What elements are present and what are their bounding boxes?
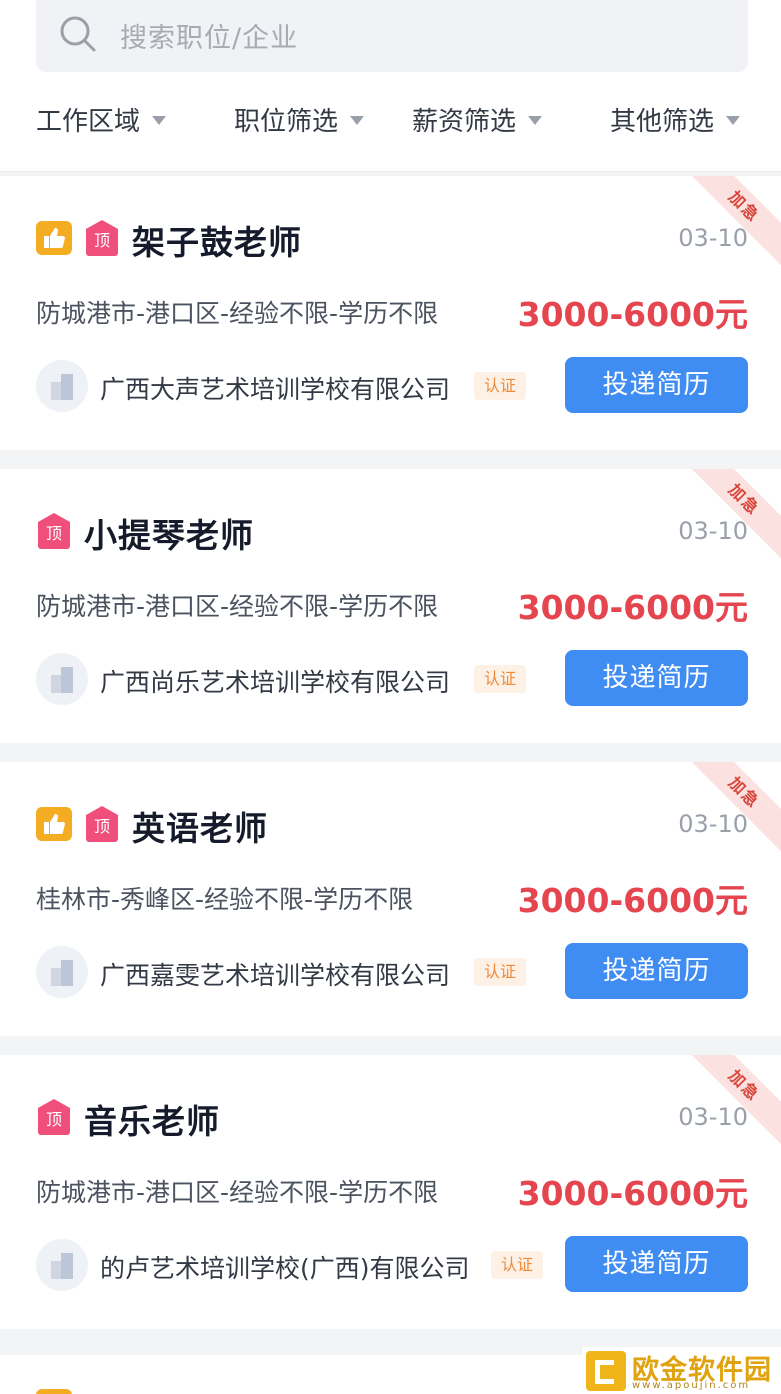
apply-button[interactable]: 投递简历	[565, 943, 748, 999]
verified-badge: 认证	[474, 665, 527, 693]
job-card[interactable]: 加急 顶 小提琴老师 03-10 防城港市-港口区-经验不限-学历不限 3000…	[0, 469, 781, 743]
top-badge: 顶	[86, 806, 118, 842]
job-location: 防城港市-港口区-经验不限-学历不限	[36, 1178, 439, 1207]
building-icon	[51, 1253, 73, 1279]
watermark-logo-icon	[586, 1350, 626, 1391]
job-card[interactable]: 加急 顶 音乐老师 03-10 防城港市-港口区-经验不限-学历不限 3000-…	[0, 1055, 781, 1329]
company-logo	[36, 360, 88, 412]
job-title[interactable]: 音乐老师	[84, 1095, 220, 1143]
job-salary: 3000-6000元	[517, 588, 748, 627]
top-badge: 顶	[38, 1099, 70, 1135]
job-title[interactable]: 架子鼓老师	[132, 216, 302, 264]
verified-badge: 认证	[491, 1251, 544, 1279]
job-location: 防城港市-港口区-经验不限-学历不限	[36, 592, 439, 621]
search-placeholder[interactable]: 搜索职位/企业	[120, 16, 298, 55]
verified-badge: 认证	[474, 958, 527, 986]
caret-down-icon	[350, 115, 365, 125]
job-location: 防城港市-港口区-经验不限-学历不限	[36, 299, 439, 328]
job-card[interactable]: 加急 顶 英语老师 03-10 桂林市-秀峰区-经验不限-学历不限 3000-6…	[0, 762, 781, 1036]
thumbs-up-icon	[36, 221, 72, 255]
building-icon	[51, 374, 73, 400]
job-location: 桂林市-秀峰区-经验不限-学历不限	[36, 885, 414, 914]
job-title[interactable]: 小提琴老师	[84, 509, 254, 557]
thumbs-up-icon	[36, 1389, 72, 1394]
building-icon	[51, 667, 73, 693]
post-date: 03-10	[678, 1103, 748, 1131]
job-salary: 3000-6000元	[517, 295, 748, 334]
apply-button[interactable]: 投递简历	[565, 357, 748, 413]
filter-other[interactable]: 其他筛选	[610, 96, 741, 142]
company-logo	[36, 946, 88, 998]
building-icon	[51, 960, 73, 986]
filter-label: 薪资筛选	[412, 106, 517, 137]
caret-down-icon	[528, 115, 543, 125]
filter-position[interactable]: 职位筛选	[234, 96, 365, 142]
watermark: 欧金软件园 www.apoujin.com	[582, 1347, 781, 1394]
caret-down-icon	[152, 115, 167, 125]
top-badge: 顶	[38, 513, 70, 549]
company-name[interactable]: 的卢艺术培训学校(广西)有限公司	[100, 1249, 470, 1285]
post-date: 03-10	[678, 810, 748, 838]
top-bar: 搜索职位/企业 工作区域 职位筛选 薪资筛选 其他筛选	[0, 0, 781, 172]
top-badge: 顶	[86, 220, 118, 256]
post-date: 03-10	[678, 517, 748, 545]
filter-label: 职位筛选	[234, 106, 339, 137]
search-bar[interactable]: 搜索职位/企业	[36, 0, 748, 72]
filter-work-area[interactable]: 工作区域	[36, 96, 167, 142]
company-name[interactable]: 广西嘉雯艺术培训学校有限公司	[100, 956, 450, 992]
apply-button[interactable]: 投递简历	[565, 1236, 748, 1292]
filter-label: 其他筛选	[610, 106, 715, 137]
filter-bar: 工作区域 职位筛选 薪资筛选 其他筛选	[0, 96, 781, 142]
job-salary: 3000-6000元	[517, 1174, 748, 1213]
company-logo	[36, 1239, 88, 1291]
thumbs-up-icon	[36, 807, 72, 841]
caret-down-icon	[726, 115, 741, 125]
watermark-url: www.apoujin.com	[632, 1380, 751, 1391]
verified-badge: 认证	[474, 372, 527, 400]
post-date: 03-10	[678, 224, 748, 252]
search-icon	[60, 16, 96, 52]
job-card[interactable]: 加急 顶 架子鼓老师 03-10 防城港市-港口区-经验不限-学历不限 3000…	[0, 176, 781, 450]
company-logo	[36, 653, 88, 705]
company-name[interactable]: 广西大声艺术培训学校有限公司	[100, 370, 450, 406]
filter-salary[interactable]: 薪资筛选	[412, 96, 543, 142]
filter-label: 工作区域	[36, 106, 141, 137]
job-title[interactable]: 英语老师	[132, 802, 268, 850]
company-name[interactable]: 广西尚乐艺术培训学校有限公司	[100, 663, 450, 699]
job-salary: 3000-6000元	[517, 881, 748, 920]
apply-button[interactable]: 投递简历	[565, 650, 748, 706]
